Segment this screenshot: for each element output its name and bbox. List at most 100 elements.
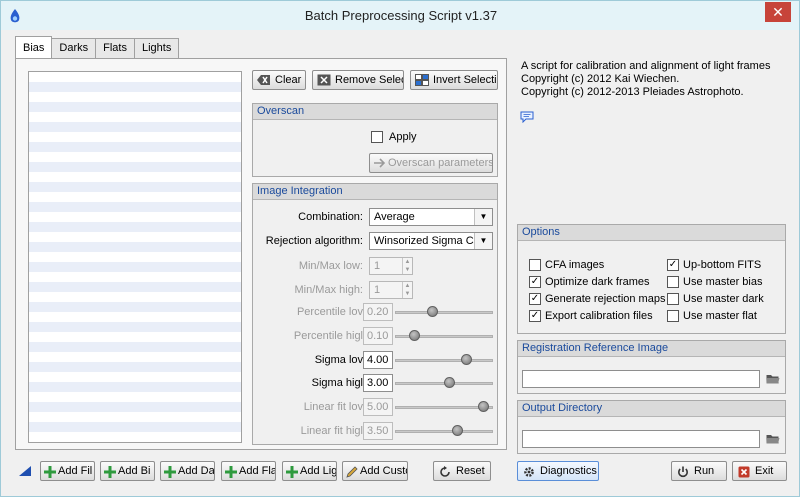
- new-instance-triangle-icon[interactable]: [19, 466, 31, 476]
- plus-icon: [44, 466, 56, 478]
- registration-reference-title: Registration Reference Image: [518, 341, 785, 357]
- percentile-high-field[interactable]: 0.10: [363, 327, 393, 345]
- tab-bias[interactable]: Bias: [15, 36, 53, 58]
- add-bias-label: Add Bi: [118, 465, 151, 477]
- use-master-dark-checkbox[interactable]: [667, 293, 679, 305]
- image-integration-group: Image Integration Combination: Average ▼…: [252, 183, 498, 445]
- close-window-button[interactable]: ✕: [765, 2, 791, 22]
- spin-arrows-icon: ▲ ▼: [402, 258, 412, 274]
- sigma-high-field[interactable]: 3.00: [363, 374, 393, 392]
- add-darks-button[interactable]: Add Da: [160, 461, 215, 481]
- reset-button[interactable]: Reset: [433, 461, 491, 481]
- linear-fit-high-field[interactable]: 3.50: [363, 422, 393, 440]
- gear-icon: [524, 467, 534, 477]
- close-icon: ✕: [772, 4, 784, 20]
- percentile-low-field[interactable]: 0.20: [363, 303, 393, 321]
- optimize-dark-frames-label: Optimize dark frames: [545, 276, 650, 288]
- minmax-high-value: 1: [374, 284, 381, 296]
- add-lights-label: Add Ligl: [300, 465, 337, 477]
- export-calibration-files-checkbox[interactable]: [529, 310, 541, 322]
- use-master-bias-checkbox[interactable]: [667, 276, 679, 288]
- add-lights-button[interactable]: Add Ligl: [282, 461, 337, 481]
- remove-selected-label: Remove Selecte: [335, 74, 403, 86]
- bias-file-list[interactable]: [28, 71, 242, 443]
- output-directory-title: Output Directory: [518, 401, 785, 417]
- slider-handle[interactable]: [444, 377, 455, 388]
- clear-label: Clear: [275, 74, 302, 86]
- spin-arrows-icon: ▲ ▼: [402, 282, 412, 298]
- linear-fit-low-field[interactable]: 5.00: [363, 398, 393, 416]
- script-info: A script for calibration and alignment o…: [521, 60, 770, 99]
- slider-track: [395, 311, 493, 314]
- combination-select[interactable]: Average ▼: [369, 208, 493, 226]
- add-files-label: Add Fil: [58, 465, 93, 477]
- plus-icon: [164, 466, 176, 478]
- invert-selection-button[interactable]: Invert Selectio: [410, 70, 498, 90]
- tab-flats[interactable]: Flats: [95, 38, 135, 58]
- linear-fit-low-label: Linear fit lov: [303, 401, 363, 413]
- overscan-parameters-label: Overscan parameters.: [388, 157, 493, 169]
- exit-button[interactable]: Exit: [732, 461, 787, 481]
- minmax-high-spinbox[interactable]: 1 ▲ ▼: [369, 281, 413, 299]
- slider-handle[interactable]: [478, 401, 489, 412]
- generate-rejection-maps-checkbox[interactable]: [529, 293, 541, 305]
- use-master-flat-checkbox[interactable]: [667, 310, 679, 322]
- add-bias-button[interactable]: Add Bi: [100, 461, 155, 481]
- plus-icon: [104, 466, 116, 478]
- folder-icon[interactable]: [766, 433, 780, 445]
- rejection-algorithm-value: Winsorized Sigma C: [374, 235, 474, 247]
- generate-rejection-maps-label: Generate rejection maps: [545, 293, 666, 305]
- diagnostics-button[interactable]: Diagnostics: [517, 461, 599, 481]
- combination-value: Average: [374, 211, 415, 223]
- remove-selected-button[interactable]: Remove Selecte: [312, 70, 404, 90]
- linear-fit-high-slider[interactable]: [395, 425, 493, 436]
- speech-bubble-icon[interactable]: [520, 111, 534, 123]
- tab-lights[interactable]: Lights: [133, 38, 180, 58]
- run-button[interactable]: Run: [671, 461, 727, 481]
- slider-handle[interactable]: [427, 306, 438, 317]
- chevron-down-icon: ▼: [474, 209, 492, 225]
- options-group: Options CFA images Optimize dark frames …: [517, 224, 786, 334]
- sigma-high-slider[interactable]: [395, 377, 493, 388]
- arrow-right-icon: [374, 158, 386, 168]
- up-bottom-fits-checkbox[interactable]: [667, 259, 679, 271]
- slider-handle[interactable]: [461, 354, 472, 365]
- add-darks-label: Add Da: [178, 465, 215, 477]
- linear-fit-low-slider[interactable]: [395, 401, 493, 412]
- optimize-dark-frames-checkbox[interactable]: [529, 276, 541, 288]
- overscan-apply-checkbox[interactable]: [371, 131, 383, 143]
- sigma-low-field[interactable]: 4.00: [363, 351, 393, 369]
- sigma-low-label: Sigma lov: [314, 354, 363, 366]
- window-title: Batch Preprocessing Script v1.37: [304, 8, 498, 23]
- add-custom-label: Add Custo: [360, 465, 408, 477]
- registration-reference-input[interactable]: [522, 370, 760, 388]
- image-integration-title: Image Integration: [253, 184, 497, 200]
- export-calibration-files-label: Export calibration files: [545, 310, 653, 322]
- clear-button[interactable]: Clear: [252, 70, 306, 90]
- registration-reference-group: Registration Reference Image: [517, 340, 786, 394]
- plus-icon: [286, 466, 298, 478]
- rejection-algorithm-select[interactable]: Winsorized Sigma C ▼: [369, 232, 493, 250]
- options-title: Options: [518, 225, 785, 241]
- sigma-low-slider[interactable]: [395, 354, 493, 365]
- percentile-high-slider[interactable]: [395, 330, 493, 341]
- percentile-low-slider[interactable]: [395, 306, 493, 317]
- tab-darks[interactable]: Darks: [51, 38, 97, 58]
- output-directory-group: Output Directory: [517, 400, 786, 454]
- add-files-button[interactable]: Add Fil: [40, 461, 95, 481]
- reset-label: Reset: [456, 465, 485, 477]
- add-custom-button[interactable]: Add Custo: [342, 461, 408, 481]
- cfa-images-checkbox[interactable]: [529, 259, 541, 271]
- frame-type-tabs: Bias Darks Flats Lights: [15, 36, 180, 58]
- output-directory-input[interactable]: [522, 430, 760, 448]
- minmax-low-spinbox[interactable]: 1 ▲ ▼: [369, 257, 413, 275]
- slider-handle[interactable]: [452, 425, 463, 436]
- linear-fit-high-label: Linear fit higl: [300, 425, 363, 437]
- add-flats-button[interactable]: Add Fla: [221, 461, 276, 481]
- use-master-bias-label: Use master bias: [683, 276, 763, 288]
- slider-handle[interactable]: [409, 330, 420, 341]
- minmax-low-value: 1: [374, 260, 381, 272]
- folder-icon[interactable]: [766, 373, 780, 385]
- overscan-parameters-button[interactable]: Overscan parameters.: [369, 153, 493, 173]
- exit-icon: [738, 466, 750, 478]
